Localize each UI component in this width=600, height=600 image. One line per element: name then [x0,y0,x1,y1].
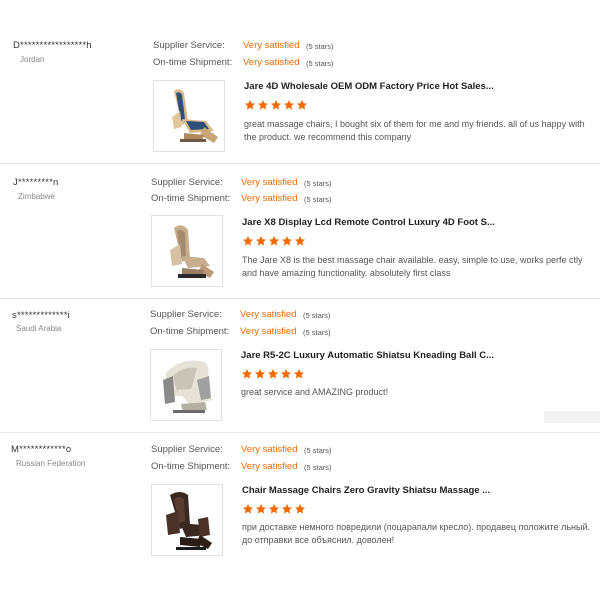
supplier-service-stars: (5 stars) [304,446,332,455]
supplier-service-stars: (5 stars) [306,42,334,51]
product-thumbnail[interactable] [150,349,222,421]
star-icon [271,100,281,110]
star-icon [295,236,305,246]
ontime-shipment-rating: Very satisfied [241,461,298,472]
ontime-shipment-label: On-time Shipment: [151,461,231,472]
product-title-link[interactable]: Chair Massage Chairs Zero Gravity Shiats… [242,485,490,496]
supplier-service-rating: Very satisfied [241,444,298,455]
supplier-service-label: Supplier Service: [153,40,225,51]
star-icon [243,236,253,246]
product-thumbnail[interactable] [151,484,223,556]
supplier-service-label: Supplier Service: [151,177,223,188]
ontime-shipment-stars: (5 stars) [304,195,332,204]
star-icon [245,100,255,110]
ontime-shipment-label: On-time Shipment: [150,326,230,337]
review-comment: The Jare X8 is the best massage chair av… [242,255,583,278]
buyer-name: s*************i [12,310,70,321]
star-icon [269,236,279,246]
star-icon [256,504,266,514]
buyer-name: J*********n [13,177,59,188]
buyer-name: M************o [11,444,72,455]
supplier-service-rating: Very satisfied [243,40,300,51]
ontime-shipment-label: On-time Shipment: [153,57,233,68]
ontime-shipment-label: On-time Shipment: [151,193,231,204]
massage-chair-image [170,225,214,278]
ontime-shipment-rating: Very satisfied [240,326,297,337]
review-divider [0,163,600,164]
star-icon [258,100,268,110]
star-icon [281,369,291,379]
massage-chair-image [172,89,218,143]
supplier-service-rating: Very satisfied [241,177,298,188]
product-title-link[interactable]: Jare X8 Display Lcd Remote Control Luxur… [242,217,495,228]
star-icon [282,504,292,514]
star-icon [295,504,305,514]
ontime-shipment-rating: Very satisfied [241,193,298,204]
scroll-indicator [544,411,600,423]
massage-chair-image [166,492,212,550]
supplier-service-label: Supplier Service: [150,309,222,320]
star-icon [297,100,307,110]
review-star-rating [241,368,305,380]
star-icon [284,100,294,110]
review-divider [0,298,600,299]
review-comment: great massage chairs, I bought six of th… [244,119,585,142]
star-icon [243,504,253,514]
buyer-country: Jordan [20,55,45,64]
buyer-name: D*****************h [13,40,92,51]
star-icon [282,236,292,246]
ontime-shipment-stars: (5 stars) [306,59,334,68]
star-icon [294,369,304,379]
supplier-service-label: Supplier Service: [151,444,223,455]
review-comment: при доставке немного повредили (поцарапа… [242,522,590,545]
review-star-rating [242,503,306,515]
star-icon [269,504,279,514]
buyer-country: Zimbabwe [18,192,55,201]
product-thumbnail[interactable] [151,215,223,287]
supplier-service-rating: Very satisfied [240,309,297,320]
star-icon [242,369,252,379]
supplier-service-stars: (5 stars) [303,311,331,320]
review-comment: great service and AMAZING product! [241,387,389,397]
supplier-service-stars: (5 stars) [304,179,332,188]
review-divider [0,432,600,433]
ontime-shipment-rating: Very satisfied [243,57,300,68]
product-thumbnail[interactable] [153,80,225,152]
massage-chair-image [163,360,213,413]
ontime-shipment-stars: (5 stars) [303,328,331,337]
product-title-link[interactable]: Jare R5-2C Luxury Automatic Shiatsu Knea… [241,350,494,361]
review-star-rating [242,235,306,247]
star-icon [255,369,265,379]
buyer-country: Russian Federation [16,459,86,468]
buyer-country: Saudi Arabia [16,324,62,333]
star-icon [268,369,278,379]
review-star-rating [244,99,308,111]
ontime-shipment-stars: (5 stars) [304,463,332,472]
product-title-link[interactable]: Jare 4D Wholesale OEM ODM Factory Price … [244,81,494,92]
star-icon [256,236,266,246]
